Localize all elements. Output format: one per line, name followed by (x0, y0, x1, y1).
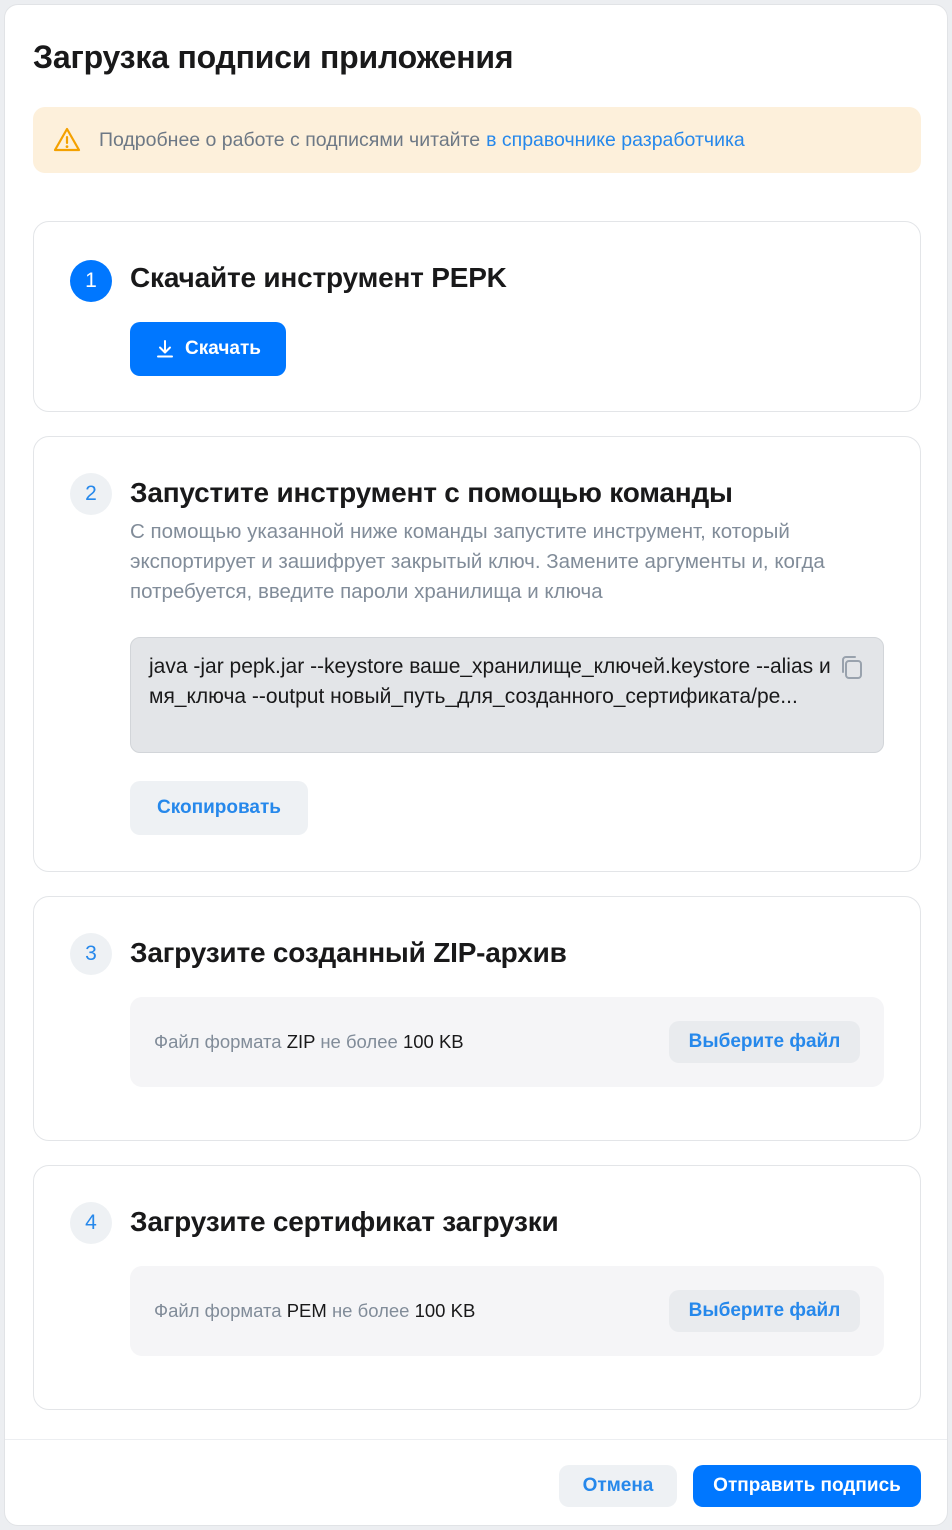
file-size-limit: 100 KB (414, 1300, 476, 1321)
zip-file-hint: Файл формата ZIP не более 100 KB (154, 1031, 464, 1052)
file-format: PEM (286, 1300, 327, 1321)
command-box[interactable]: java -jar pepk.jar --keystore ваше_храни… (130, 637, 884, 753)
upload-signature-dialog: Загрузка подписи приложения Подробнее о … (4, 4, 948, 1526)
step-title: Запустите инструмент с помощью команды (130, 477, 733, 508)
step-number: 1 (70, 260, 112, 302)
developer-guide-link[interactable]: в справочнике разработчика (486, 129, 745, 152)
step-upload-certificate: 4 Загрузите сертификат загрузки Файл фор… (33, 1165, 921, 1410)
file-size-limit: 100 KB (402, 1031, 464, 1052)
step-number: 4 (70, 1202, 112, 1244)
download-icon (155, 339, 175, 359)
step-upload-zip: 3 Загрузите созданный ZIP-архив Файл фор… (33, 896, 921, 1141)
copy-command-button[interactable]: Скопировать (130, 781, 308, 835)
download-button-label: Скачать (185, 338, 261, 359)
copy-icon[interactable] (839, 654, 865, 682)
dialog-title: Загрузка подписи приложения (33, 39, 514, 75)
pem-file-hint: Файл формата PEM не более 100 KB (154, 1300, 476, 1321)
step-title: Скачайте инструмент PEPK (130, 262, 507, 293)
cancel-button[interactable]: Отмена (559, 1465, 677, 1507)
alert-text: Подробнее о работе с подписями читайте (99, 128, 481, 151)
submit-signature-button[interactable]: Отправить подпись (693, 1465, 921, 1507)
footer-divider (5, 1439, 947, 1440)
step-title: Загрузите сертификат загрузки (130, 1206, 559, 1237)
zip-upload-area[interactable]: Файл формата ZIP не более 100 KB Выберит… (130, 997, 884, 1087)
choose-zip-file-button[interactable]: Выберите файл (669, 1021, 860, 1063)
pem-upload-area[interactable]: Файл формата PEM не более 100 KB Выберит… (130, 1266, 884, 1356)
file-format: ZIP (286, 1031, 316, 1052)
step-number: 2 (70, 473, 112, 515)
info-alert: Подробнее о работе с подписями читайте в… (33, 107, 921, 173)
warning-triangle-icon (53, 126, 81, 154)
step-download-pepk: 1 Скачайте инструмент PEPK Скачать (33, 221, 921, 412)
choose-pem-file-button[interactable]: Выберите файл (669, 1290, 860, 1332)
command-text: java -jar pepk.jar --keystore ваше_храни… (149, 655, 831, 708)
step-run-tool: 2 Запустите инструмент с помощью команды… (33, 436, 921, 872)
step-number: 3 (70, 933, 112, 975)
download-button[interactable]: Скачать (130, 322, 286, 376)
step-title: Загрузите созданный ZIP-архив (130, 937, 567, 968)
step-description: С помощью указанной ниже команды запусти… (130, 520, 825, 603)
